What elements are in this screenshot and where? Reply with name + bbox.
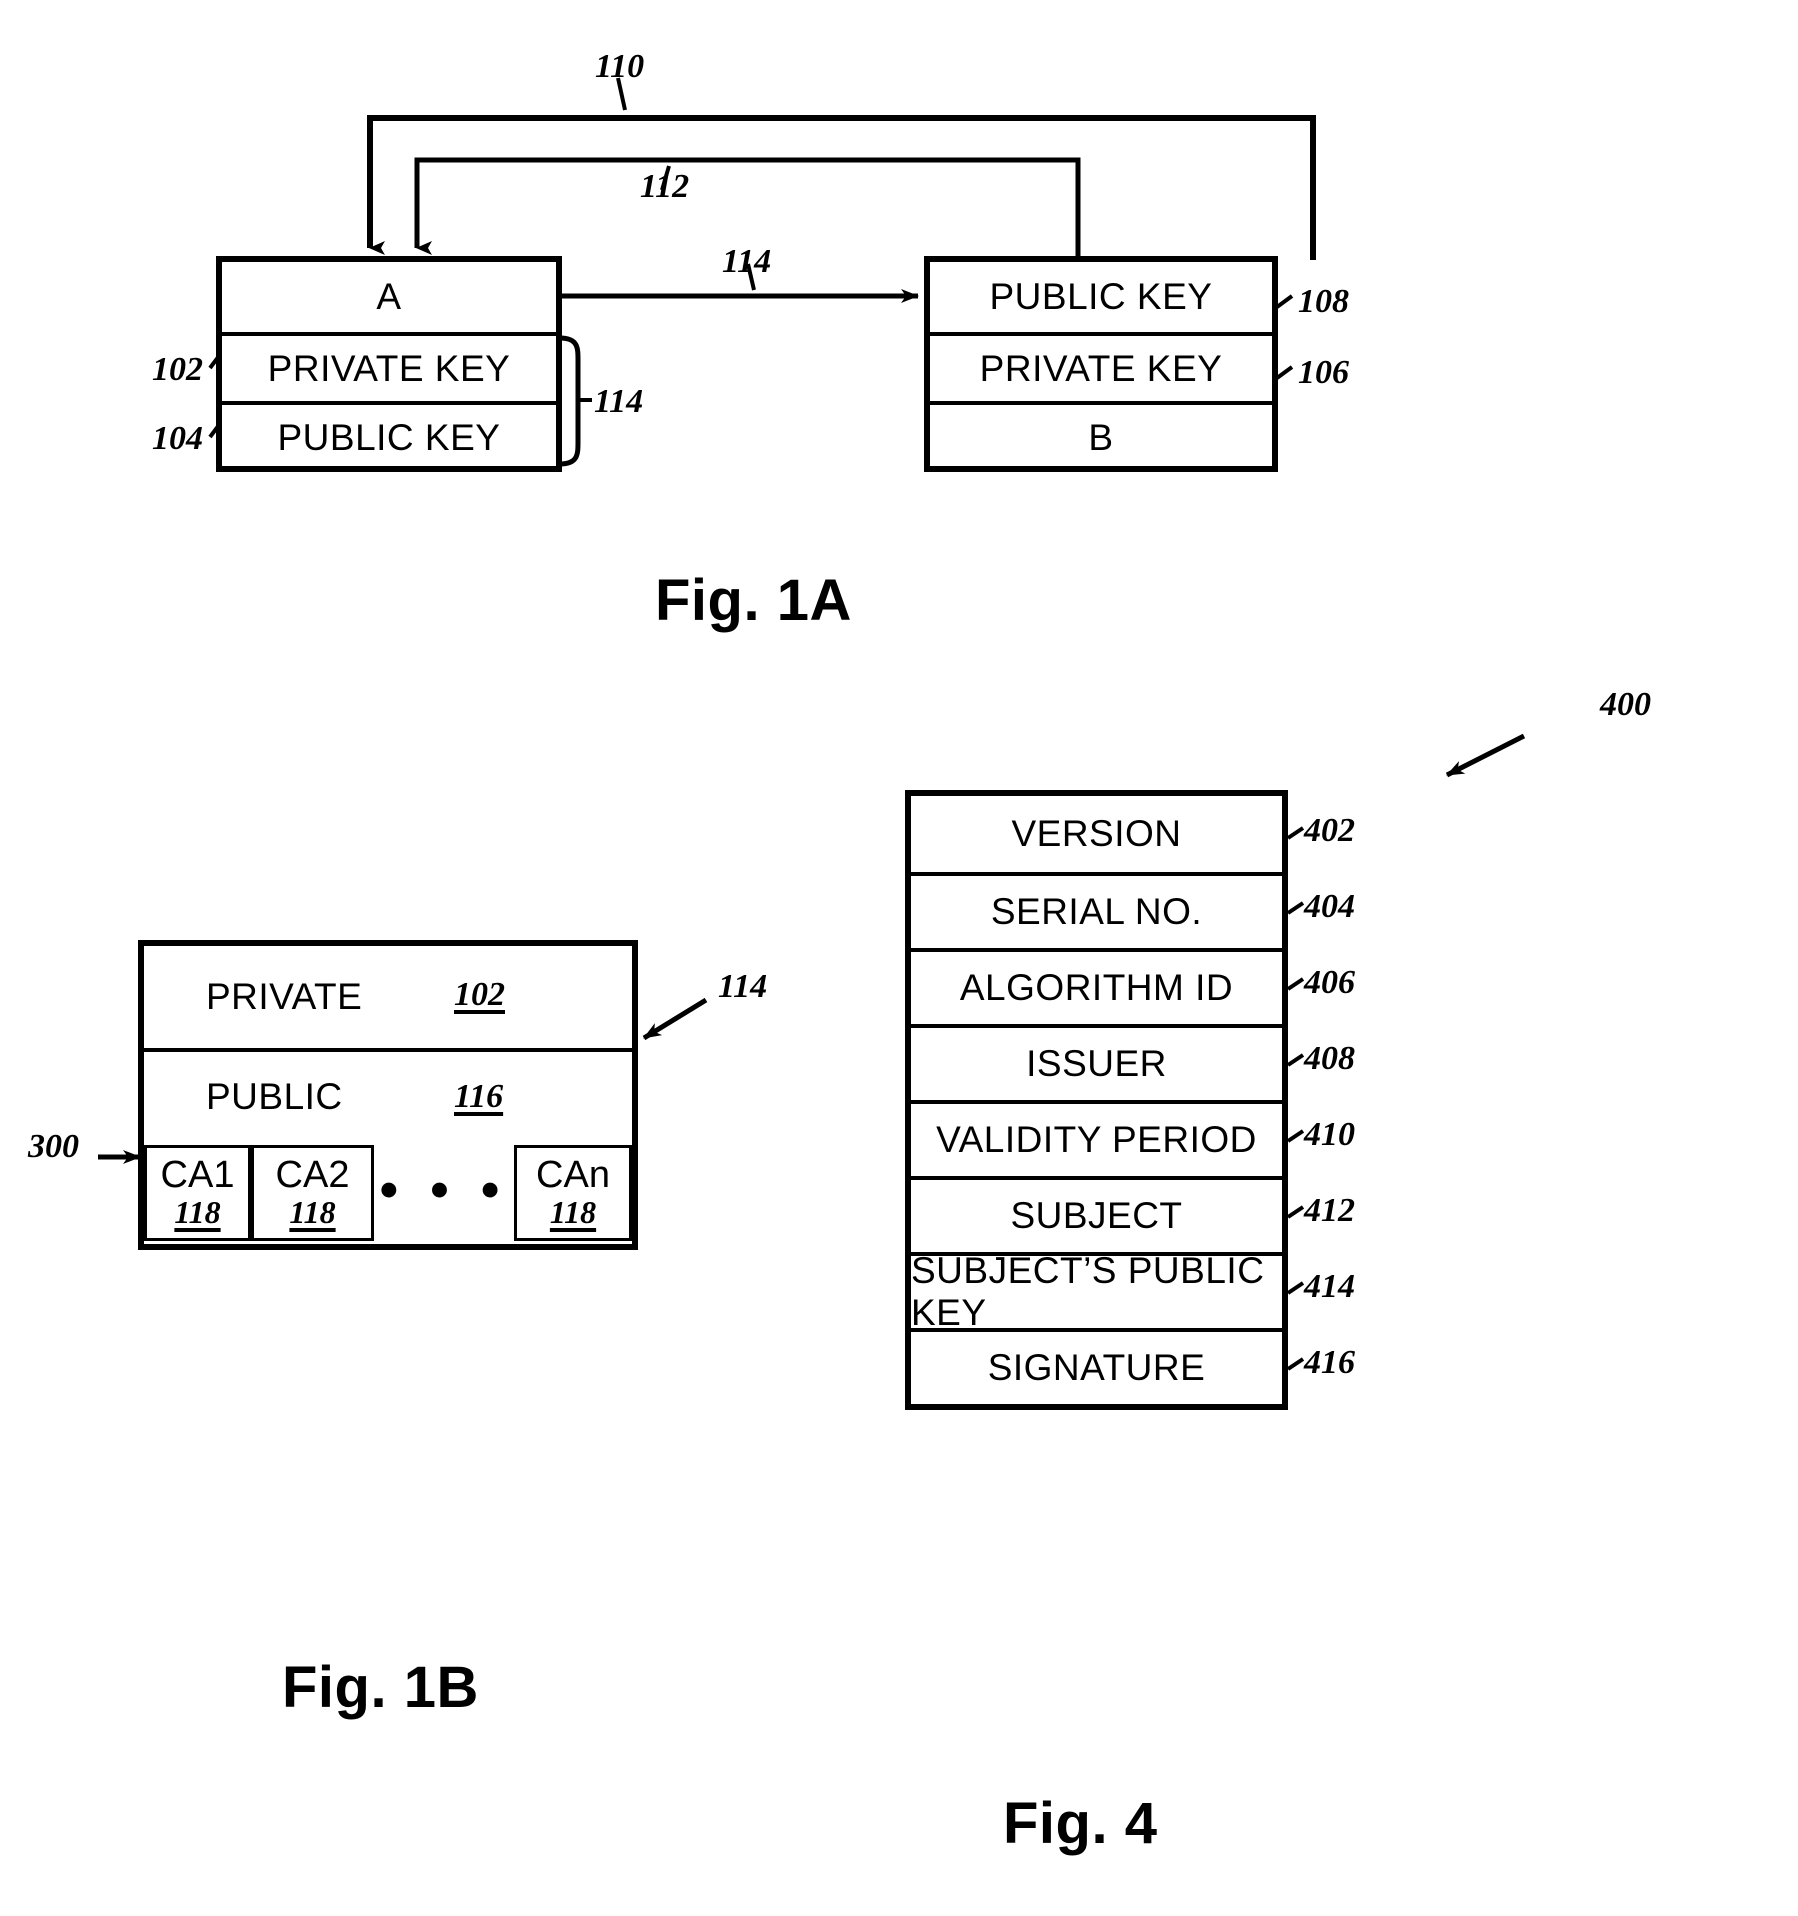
ref-414: 414 <box>1304 1268 1355 1305</box>
leader-412 <box>1286 1205 1305 1219</box>
keyring-row-ca-list: CA1 118 CA2 118 • • • CAn 118 <box>144 1141 632 1244</box>
ref-114-horizontal: 114 <box>722 243 772 280</box>
connector-110 <box>367 77 1316 260</box>
ca-cell-n[interactable]: CAn 118 <box>514 1145 632 1241</box>
ref-112: 112 <box>640 168 690 205</box>
entity-a-private-key-label: PRIVATE KEY <box>267 347 511 389</box>
ref-300: 300 <box>28 1128 79 1165</box>
ref-114-bracket: 114 <box>594 383 644 420</box>
certificate-row-version: VERSION <box>1011 813 1182 854</box>
entity-a-label: A <box>376 276 402 317</box>
ref-416: 416 <box>1304 1344 1355 1381</box>
patent-drawing-sheet: 110 112 114 114 A PRIVATE KEY PUBLIC KEY… <box>0 0 1798 1916</box>
entity-a-row-name: A <box>222 262 556 332</box>
leader-408 <box>1286 1053 1305 1067</box>
entity-b-label: B <box>1088 416 1114 458</box>
ca-strip: CA1 118 CA2 118 • • • CAn 118 <box>144 1145 632 1241</box>
ca-cell-1-name: CA1 <box>160 1154 235 1197</box>
entity-a-row-private-key: PRIVATE KEY <box>222 332 556 401</box>
ref-408: 408 <box>1304 1040 1355 1077</box>
bracket-114 <box>559 335 592 467</box>
fig-1b-caption: Fig. 1B <box>282 1655 479 1720</box>
ref-406: 406 <box>1304 964 1355 1001</box>
pointer-400 <box>1445 733 1526 778</box>
certificate-row-issuer: ISSUER <box>911 1024 1282 1100</box>
certificate-row-algorithm-id: ALGORITHM ID <box>911 948 1282 1024</box>
ca-cell-1-ref: 118 <box>174 1194 221 1231</box>
certificate-box: VERSION SERIAL NO. ALGORITHM ID ISSUER V… <box>905 790 1288 1410</box>
ref-110: 110 <box>595 48 645 85</box>
leader-416 <box>1286 1357 1305 1371</box>
ca-cell-2[interactable]: CA2 118 <box>251 1145 374 1241</box>
ref-402: 402 <box>1304 812 1355 849</box>
ca-cell-2-name: CA2 <box>275 1154 350 1197</box>
ca-cell-1[interactable]: CA1 118 <box>144 1145 251 1241</box>
certificate-row-serial-no: SERIAL NO. <box>911 872 1282 948</box>
ca-cell-n-name: CAn <box>536 1154 610 1197</box>
ref-108: 108 <box>1298 283 1349 320</box>
entity-b-box: PUBLIC KEY PRIVATE KEY B <box>924 256 1278 472</box>
ref-404: 404 <box>1304 888 1355 925</box>
entity-b-public-key-label: PUBLIC KEY <box>989 276 1213 317</box>
leader-406 <box>1286 977 1305 991</box>
entity-b-private-key-label: PRIVATE KEY <box>979 347 1223 389</box>
entity-a-box: A PRIVATE KEY PUBLIC KEY <box>216 256 562 472</box>
entity-a-row-public-key: PUBLIC KEY <box>222 401 556 470</box>
ref-104-fig1a: 104 <box>152 420 203 457</box>
ref-410: 410 <box>1304 1116 1355 1153</box>
keyring-box: PRIVATE 102 PUBLIC 116 CA1 118 CA2 118 •… <box>138 940 638 1250</box>
certificate-row-validity-period: VALIDITY PERIOD <box>911 1100 1282 1176</box>
leader-114-fig1b <box>642 997 708 1041</box>
fig-1a-caption: Fig. 1A <box>655 568 852 633</box>
ref-102-fig1a: 102 <box>152 351 203 388</box>
entity-a-public-key-label: PUBLIC KEY <box>277 416 501 458</box>
entity-b-row-name: B <box>930 401 1272 470</box>
certificate-row-signature: SIGNATURE <box>911 1328 1282 1404</box>
leader-414 <box>1286 1281 1305 1295</box>
leader-402 <box>1286 826 1305 840</box>
entity-b-row-private-key: PRIVATE KEY <box>930 332 1272 401</box>
keyring-private-label: PRIVATE <box>206 976 363 1017</box>
ca-cell-2-ref: 118 <box>289 1194 336 1231</box>
leader-410 <box>1286 1129 1305 1143</box>
leader-404 <box>1286 901 1305 915</box>
ref-116: 116 <box>454 1078 504 1115</box>
ref-400: 400 <box>1600 686 1651 723</box>
ref-114-fig1b: 114 <box>718 968 768 1005</box>
certificate-row-subject: SUBJECT <box>911 1176 1282 1252</box>
ref-106: 106 <box>1298 354 1349 391</box>
certificate-row-subjects-public-key: SUBJECT’S PUBLIC KEY <box>911 1250 1282 1333</box>
entity-b-row-public-key: PUBLIC KEY <box>930 262 1272 332</box>
fig-4-caption: Fig. 4 <box>1003 1791 1158 1856</box>
ca-ellipsis: • • • <box>379 1161 509 1219</box>
keyring-row-private: PRIVATE 102 <box>144 946 632 1048</box>
ref-102-fig1b: 102 <box>454 976 505 1013</box>
keyring-row-public: PUBLIC 116 <box>144 1048 632 1141</box>
ref-412: 412 <box>1304 1192 1355 1229</box>
ca-cell-n-ref: 118 <box>549 1194 597 1231</box>
leader-106 <box>1275 365 1294 380</box>
leader-108 <box>1275 294 1294 309</box>
keyring-public-label: PUBLIC <box>206 1075 343 1117</box>
